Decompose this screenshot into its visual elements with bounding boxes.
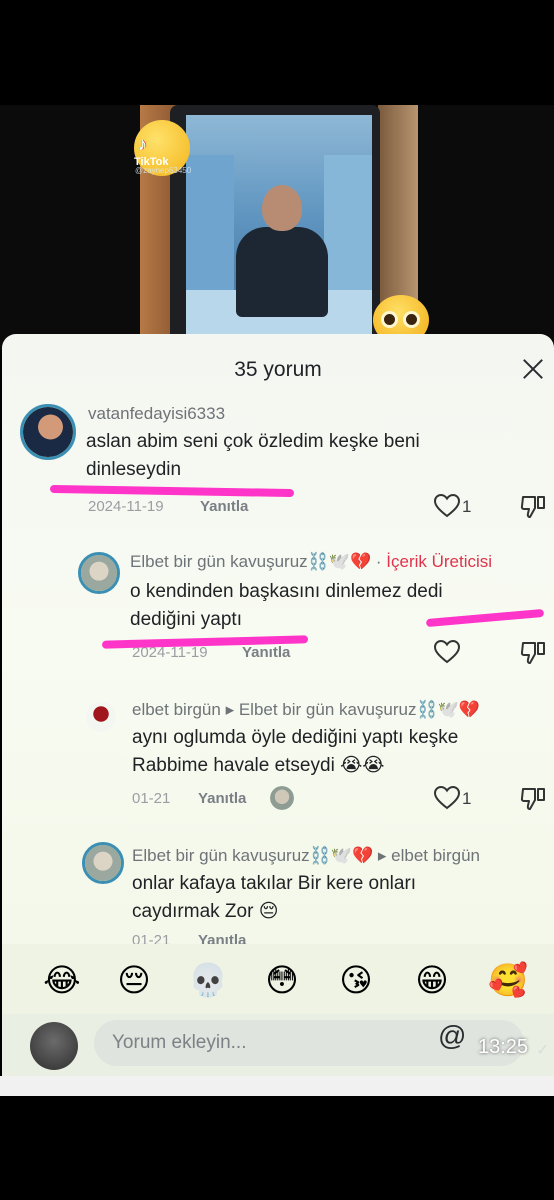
comment-sheet: 35 yorum vatanfedayisi6333 aslan abim se…: [2, 334, 554, 1076]
comment-text-line: o kendinden başkasını dinlemez dedi: [130, 581, 443, 602]
avatar[interactable]: [82, 842, 124, 884]
emoji-reaction-bar: 😂 😔 💀 😳 😘 😁 🥰: [2, 944, 554, 1014]
bottom-white-strip: [0, 1076, 554, 1096]
emoji-eye-left: [381, 311, 398, 328]
mention-at-icon[interactable]: @: [438, 1020, 466, 1052]
check-icon: ✓: [536, 1042, 550, 1059]
dislike-icon[interactable]: [520, 494, 546, 520]
dislike-icon[interactable]: [520, 640, 546, 666]
close-icon[interactable]: [520, 356, 546, 382]
comment-date: 01-21: [132, 790, 171, 807]
heart-icon: [434, 640, 460, 664]
like-count: 1: [462, 789, 472, 808]
pen-highlight: [49, 484, 295, 498]
sheet-title: 35 yorum: [234, 358, 322, 381]
avatar[interactable]: [78, 552, 120, 594]
dislike-icon[interactable]: [520, 786, 546, 812]
like-button[interactable]: [434, 640, 484, 668]
avatar[interactable]: [86, 702, 116, 732]
emoji-flushed-button[interactable]: 😳: [262, 960, 302, 1000]
heart-icon: [434, 494, 460, 518]
comment-text-line: onlar kafaya takılar Bir kere onları: [132, 873, 417, 894]
background-photo: [0, 105, 554, 350]
emoji-joy-button[interactable]: 😂: [42, 960, 82, 1000]
comment-input-row: @: [2, 1014, 554, 1076]
person-figure: [236, 227, 328, 317]
emoji-hearts-button[interactable]: 🥰: [488, 960, 528, 1000]
like-button[interactable]: 1: [434, 494, 484, 522]
comment-text-line: dinleseydin: [86, 459, 182, 480]
comment-text-line: Rabbime havale etseydi 😭😭: [132, 755, 385, 776]
comment-username[interactable]: Elbet bir gün kavuşuruz⛓️🕊️💔 · İçerik Ür…: [130, 552, 492, 572]
rose-icon: [86, 702, 116, 732]
comment-text-line: aynı oglumda öyle dediğini yaptı keşke: [132, 727, 459, 748]
avatar[interactable]: [20, 404, 76, 460]
creator-separator: ·: [371, 552, 387, 571]
comment-username[interactable]: elbet birgün ▸ Elbet bir gün kavuşuruz⛓️…: [132, 700, 480, 720]
comment-text-line: dediğini yaptı: [130, 609, 242, 630]
comment-username-text: Elbet bir gün kavuşuruz⛓️🕊️💔: [130, 552, 372, 571]
tiktok-note-icon: ♪: [138, 134, 147, 154]
person-head: [262, 185, 302, 231]
comment-text-line: aslan abim seni çok özledim keşke beni: [86, 431, 420, 452]
comment-date: 2024-11-19: [88, 498, 164, 515]
video-thumbnail: [186, 115, 372, 340]
emoji-grin-button[interactable]: 😁: [412, 960, 452, 1000]
comment-username[interactable]: vatanfedayisi6333: [88, 404, 225, 424]
creator-liked-avatar: [270, 786, 294, 810]
reply-button[interactable]: Yanıtla: [242, 644, 290, 661]
comment-text-line: caydırmak Zor 😔: [132, 901, 279, 922]
top-black-bar: [0, 0, 554, 105]
emoji-pensive-button[interactable]: 😔: [114, 960, 154, 1000]
message-timestamp: 13:25: [478, 1036, 529, 1058]
emoji-kiss-button[interactable]: 😘: [336, 960, 376, 1000]
like-button[interactable]: 1: [434, 786, 484, 814]
reply-button[interactable]: Yanıtla: [200, 498, 248, 515]
creator-tag: İçerik Üreticisi: [386, 552, 493, 571]
emoji-skull-button[interactable]: 💀: [188, 960, 228, 1000]
tiktok-handle: @zaynep63450: [135, 166, 192, 175]
like-count: 1: [462, 497, 472, 516]
comment-username[interactable]: Elbet bir gün kavuşuruz⛓️🕊️💔 ▸ elbet bir…: [132, 846, 480, 866]
heart-icon: [434, 786, 460, 810]
reply-button[interactable]: Yanıtla: [198, 790, 246, 807]
current-user-avatar[interactable]: [30, 1022, 78, 1070]
pen-highlight: [425, 608, 545, 628]
bottom-black-bar: [0, 1096, 554, 1200]
emoji-eye-right: [403, 311, 420, 328]
